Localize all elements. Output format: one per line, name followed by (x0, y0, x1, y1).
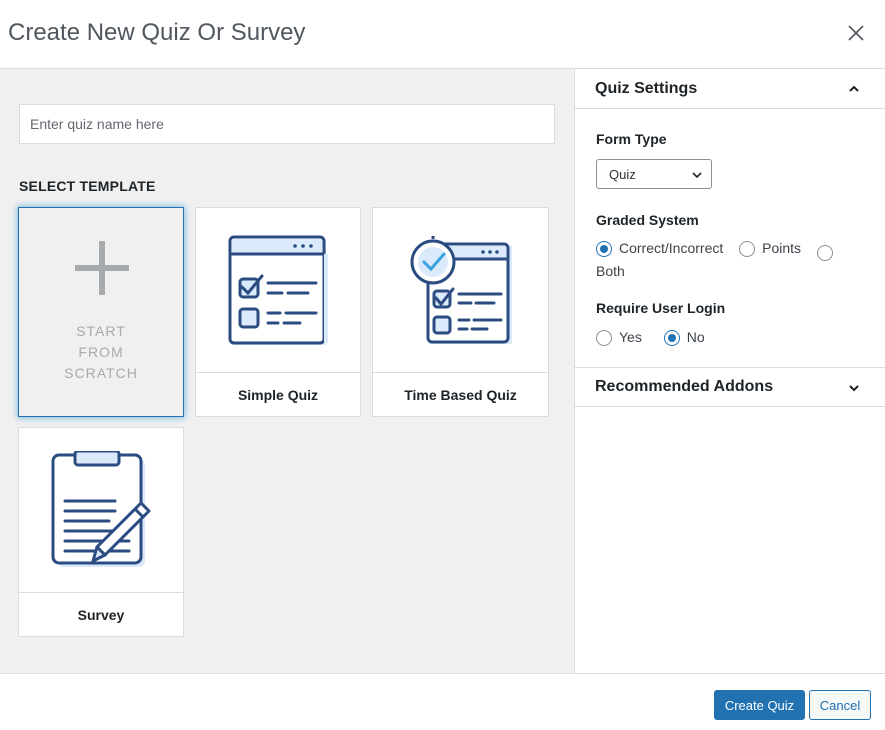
recommended-addons-header[interactable]: Recommended Addons (575, 367, 885, 407)
graded-option-label-correct-incorrect: Correct/Incorrect (619, 240, 724, 256)
quiz-settings-title: Quiz Settings (595, 79, 698, 97)
scratch-label-line-3: SCRATCH (64, 365, 138, 381)
graded-system-options: Correct/Incorrect Points Both (596, 239, 876, 281)
quiz-settings-header[interactable]: Quiz Settings (575, 69, 885, 109)
dialog-footer: Create Quiz Cancel (0, 673, 885, 730)
login-option-yes[interactable]: Yes (596, 328, 642, 347)
template-label-simple-quiz: Simple Quiz (196, 372, 360, 416)
template-card-simple-quiz[interactable]: Simple Quiz (195, 207, 361, 417)
template-card-time-based-quiz[interactable]: Time Based Quiz (372, 207, 549, 417)
radio-yes[interactable] (596, 329, 612, 346)
dialog-header: Create New Quiz Or Survey (0, 0, 885, 69)
graded-option-label-points: Points (762, 240, 802, 256)
close-icon (848, 25, 864, 41)
chevron-down-icon (692, 172, 702, 179)
radio-no[interactable] (663, 329, 680, 346)
dialog-title: Create New Quiz Or Survey (8, 19, 306, 46)
login-option-label-yes: Yes (619, 329, 642, 345)
scratch-label: START FROM SCRATCH (19, 321, 183, 384)
template-card-scratch[interactable]: START FROM SCRATCH (18, 207, 184, 417)
form-type-label: Form Type (596, 131, 667, 147)
template-label-survey: Survey (19, 592, 183, 636)
select-template-label: SELECT TEMPLATE (19, 178, 156, 194)
clipboard-pen-icon (51, 450, 151, 567)
graded-system-label: Graded System (596, 212, 699, 228)
quiz-window-icon (228, 235, 328, 345)
timed-quiz-icon (410, 235, 512, 344)
scratch-label-line-1: START (76, 323, 126, 339)
chevron-down-icon (849, 385, 859, 392)
graded-option-points[interactable]: Points (739, 239, 801, 258)
graded-option-correct-incorrect[interactable]: Correct/Incorrect (596, 239, 723, 258)
form-type-value: Quiz (609, 166, 636, 182)
graded-option-label-both: Both (596, 262, 625, 279)
plus-icon (75, 241, 129, 295)
require-login-label: Require User Login (596, 300, 726, 316)
recommended-addons-title: Recommended Addons (595, 378, 774, 395)
form-type-select[interactable]: Quiz (596, 159, 712, 189)
chevron-up-icon (849, 85, 859, 92)
cancel-button[interactable]: Cancel (809, 690, 871, 720)
create-quiz-button[interactable]: Create Quiz (714, 690, 805, 720)
radio-both[interactable] (816, 244, 833, 261)
radio-correct-incorrect[interactable] (596, 240, 612, 257)
radio-points[interactable] (739, 240, 756, 257)
template-label-time-based-quiz: Time Based Quiz (373, 372, 548, 416)
settings-panel: Quiz Settings Form Type Quiz Graded Syst… (575, 69, 885, 673)
quiz-name-input[interactable] (19, 104, 555, 144)
scratch-label-line-2: FROM (78, 344, 124, 360)
login-option-no[interactable]: No (663, 328, 705, 347)
close-button[interactable] (845, 22, 867, 44)
template-card-survey[interactable]: Survey (18, 427, 184, 637)
template-panel: SELECT TEMPLATE START FROM SCRATCH (0, 69, 575, 673)
login-option-label-no: No (686, 329, 705, 345)
require-login-options: Yes No (596, 328, 876, 351)
